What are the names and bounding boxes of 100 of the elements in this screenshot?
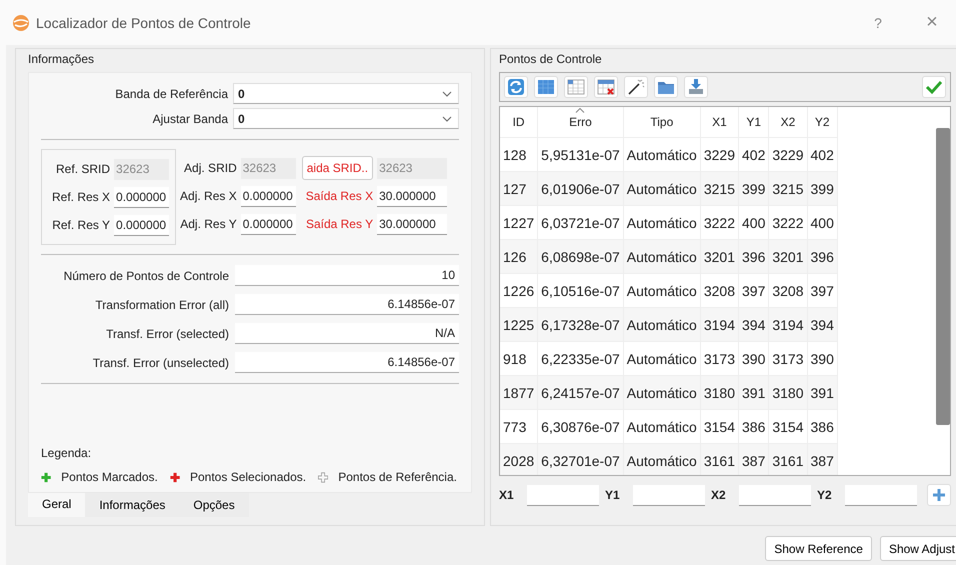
field-label: Y2 (817, 488, 833, 502)
table-cell: 3180 (768, 376, 808, 410)
table-cell: 3194 (700, 308, 738, 342)
chevron-down-icon (442, 116, 452, 122)
table-cell: Automático (623, 376, 700, 410)
sort-caret-icon (575, 108, 586, 113)
table-delete-icon[interactable] (594, 76, 618, 98)
field-label: Banda de Referência (115, 86, 228, 100)
table-cell: 396 (738, 240, 769, 274)
value-field: 6.14856e-07 (235, 352, 459, 373)
legend-label: Pontos de Referência. (338, 470, 457, 484)
field-label: Transf. Error (selected) (106, 326, 229, 340)
legend-title: Legenda: (41, 446, 92, 460)
table-cell: 3161 (768, 444, 808, 475)
table-icon[interactable] (534, 76, 558, 98)
column-header[interactable]: ID (500, 107, 538, 138)
field-label: Ajustar Banda (152, 112, 228, 126)
app-logo-icon (12, 14, 30, 32)
column-header[interactable]: X1 (700, 107, 738, 138)
table-cell: 396 (807, 240, 838, 274)
input-field[interactable]: 0.000000 (114, 186, 170, 208)
column-header[interactable]: Y2 (807, 107, 838, 138)
column-header[interactable]: X2 (768, 107, 808, 138)
field-label: Transf. Error (unselected) (92, 356, 229, 370)
table-cell: 6,17328e-07 (538, 308, 624, 342)
value-field: 10 (235, 265, 459, 286)
coordinate-field[interactable] (527, 484, 599, 506)
field-label: Número de Pontos de Controle (64, 268, 229, 282)
field-label: Adj. SRID (184, 161, 237, 175)
legend-label: Pontos Marcados. (61, 470, 158, 484)
band-dropdown[interactable]: 0 (233, 108, 459, 129)
tab[interactable]: Opções (179, 493, 249, 517)
field-label: Ref. Res X (52, 190, 110, 204)
table-cell: 3201 (700, 240, 738, 274)
field-label: Transformation Error (all) (95, 298, 229, 312)
add-icon[interactable] (927, 484, 951, 506)
group-title: Pontos de Controle (499, 51, 603, 68)
field-label: X2 (711, 488, 727, 502)
legend-label: Pontos Selecionados. (190, 470, 306, 484)
coordinate-field[interactable] (739, 484, 811, 506)
window-title: Localizador de Pontos de Controle (36, 14, 251, 30)
input-field[interactable]: 0.000000 (240, 214, 296, 234)
field-label: Saída Res X (306, 189, 374, 203)
tab[interactable]: Informações (85, 493, 180, 517)
column-header[interactable]: Tipo (623, 107, 700, 138)
table-cell: 399 (807, 172, 838, 206)
band-dropdown[interactable]: 0 (233, 83, 459, 104)
table-cell: 6,32701e-07 (538, 444, 624, 475)
table-cell: Automático (623, 444, 700, 475)
value-field: 6.14856e-07 (235, 294, 459, 315)
group-title: Informações (28, 51, 96, 68)
column-header[interactable]: Y1 (738, 107, 769, 138)
field-label: Adj. Res X (180, 189, 237, 203)
table-cell: 6,08698e-07 (538, 240, 624, 274)
table-cell: 126 (500, 240, 538, 274)
chevron-down-icon (442, 90, 452, 96)
table-cell: 3194 (768, 308, 808, 342)
table-cell: 3180 (700, 376, 738, 410)
input-field[interactable]: 30.000000 (377, 214, 448, 234)
field-label: Saída Res Y (306, 217, 374, 231)
tab[interactable]: Geral (28, 493, 86, 517)
table-cell: 127 (500, 172, 538, 206)
field-label: Adj. Res Y (180, 217, 237, 231)
refresh-icon[interactable] (504, 76, 528, 98)
table-cell: 3215 (768, 172, 808, 206)
input-field[interactable]: 0.000000 (114, 214, 170, 236)
field-label: Ref. Res Y (52, 218, 110, 232)
table-cell: 391 (738, 376, 769, 410)
grid-icon[interactable] (564, 76, 588, 98)
field-label: Ref. SRID (56, 162, 110, 176)
check-icon[interactable] (922, 76, 946, 98)
column-header[interactable]: Erro (538, 107, 624, 138)
table-cell: 6,24157e-07 (538, 376, 624, 410)
table-cell: 3201 (768, 240, 808, 274)
table-cell: 1225 (500, 308, 538, 342)
table-cell: 391 (807, 376, 838, 410)
table-cell: Automático (623, 308, 700, 342)
input-field[interactable]: 30.000000 (377, 186, 448, 206)
show-button[interactable]: Show Reference (765, 536, 872, 561)
coordinate-field[interactable] (845, 484, 917, 506)
table-cell: 2028 (500, 444, 538, 475)
magic-wand-icon[interactable] (624, 76, 648, 98)
table-cell: 399 (738, 172, 769, 206)
coordinate-field[interactable] (633, 484, 705, 506)
folder-icon[interactable] (654, 76, 678, 98)
table-cell: 394 (738, 308, 769, 342)
show-button[interactable]: Show Adjust (880, 536, 956, 561)
table-cell: 1877 (500, 376, 538, 410)
table-cell: 3161 (700, 444, 738, 475)
table-cell: 394 (807, 308, 838, 342)
table-cell: 3215 (700, 172, 738, 206)
table-cell: Automático (623, 240, 700, 274)
table-cell: 6,01906e-07 (538, 172, 624, 206)
value-field: N/A (235, 323, 459, 344)
table-cell: 387 (807, 444, 838, 475)
table-cell: Automático (623, 172, 700, 206)
table-cell: 387 (738, 444, 769, 475)
field-label: Y1 (605, 488, 621, 502)
input-field[interactable]: 0.000000 (240, 186, 296, 206)
field-label: X1 (499, 488, 515, 502)
